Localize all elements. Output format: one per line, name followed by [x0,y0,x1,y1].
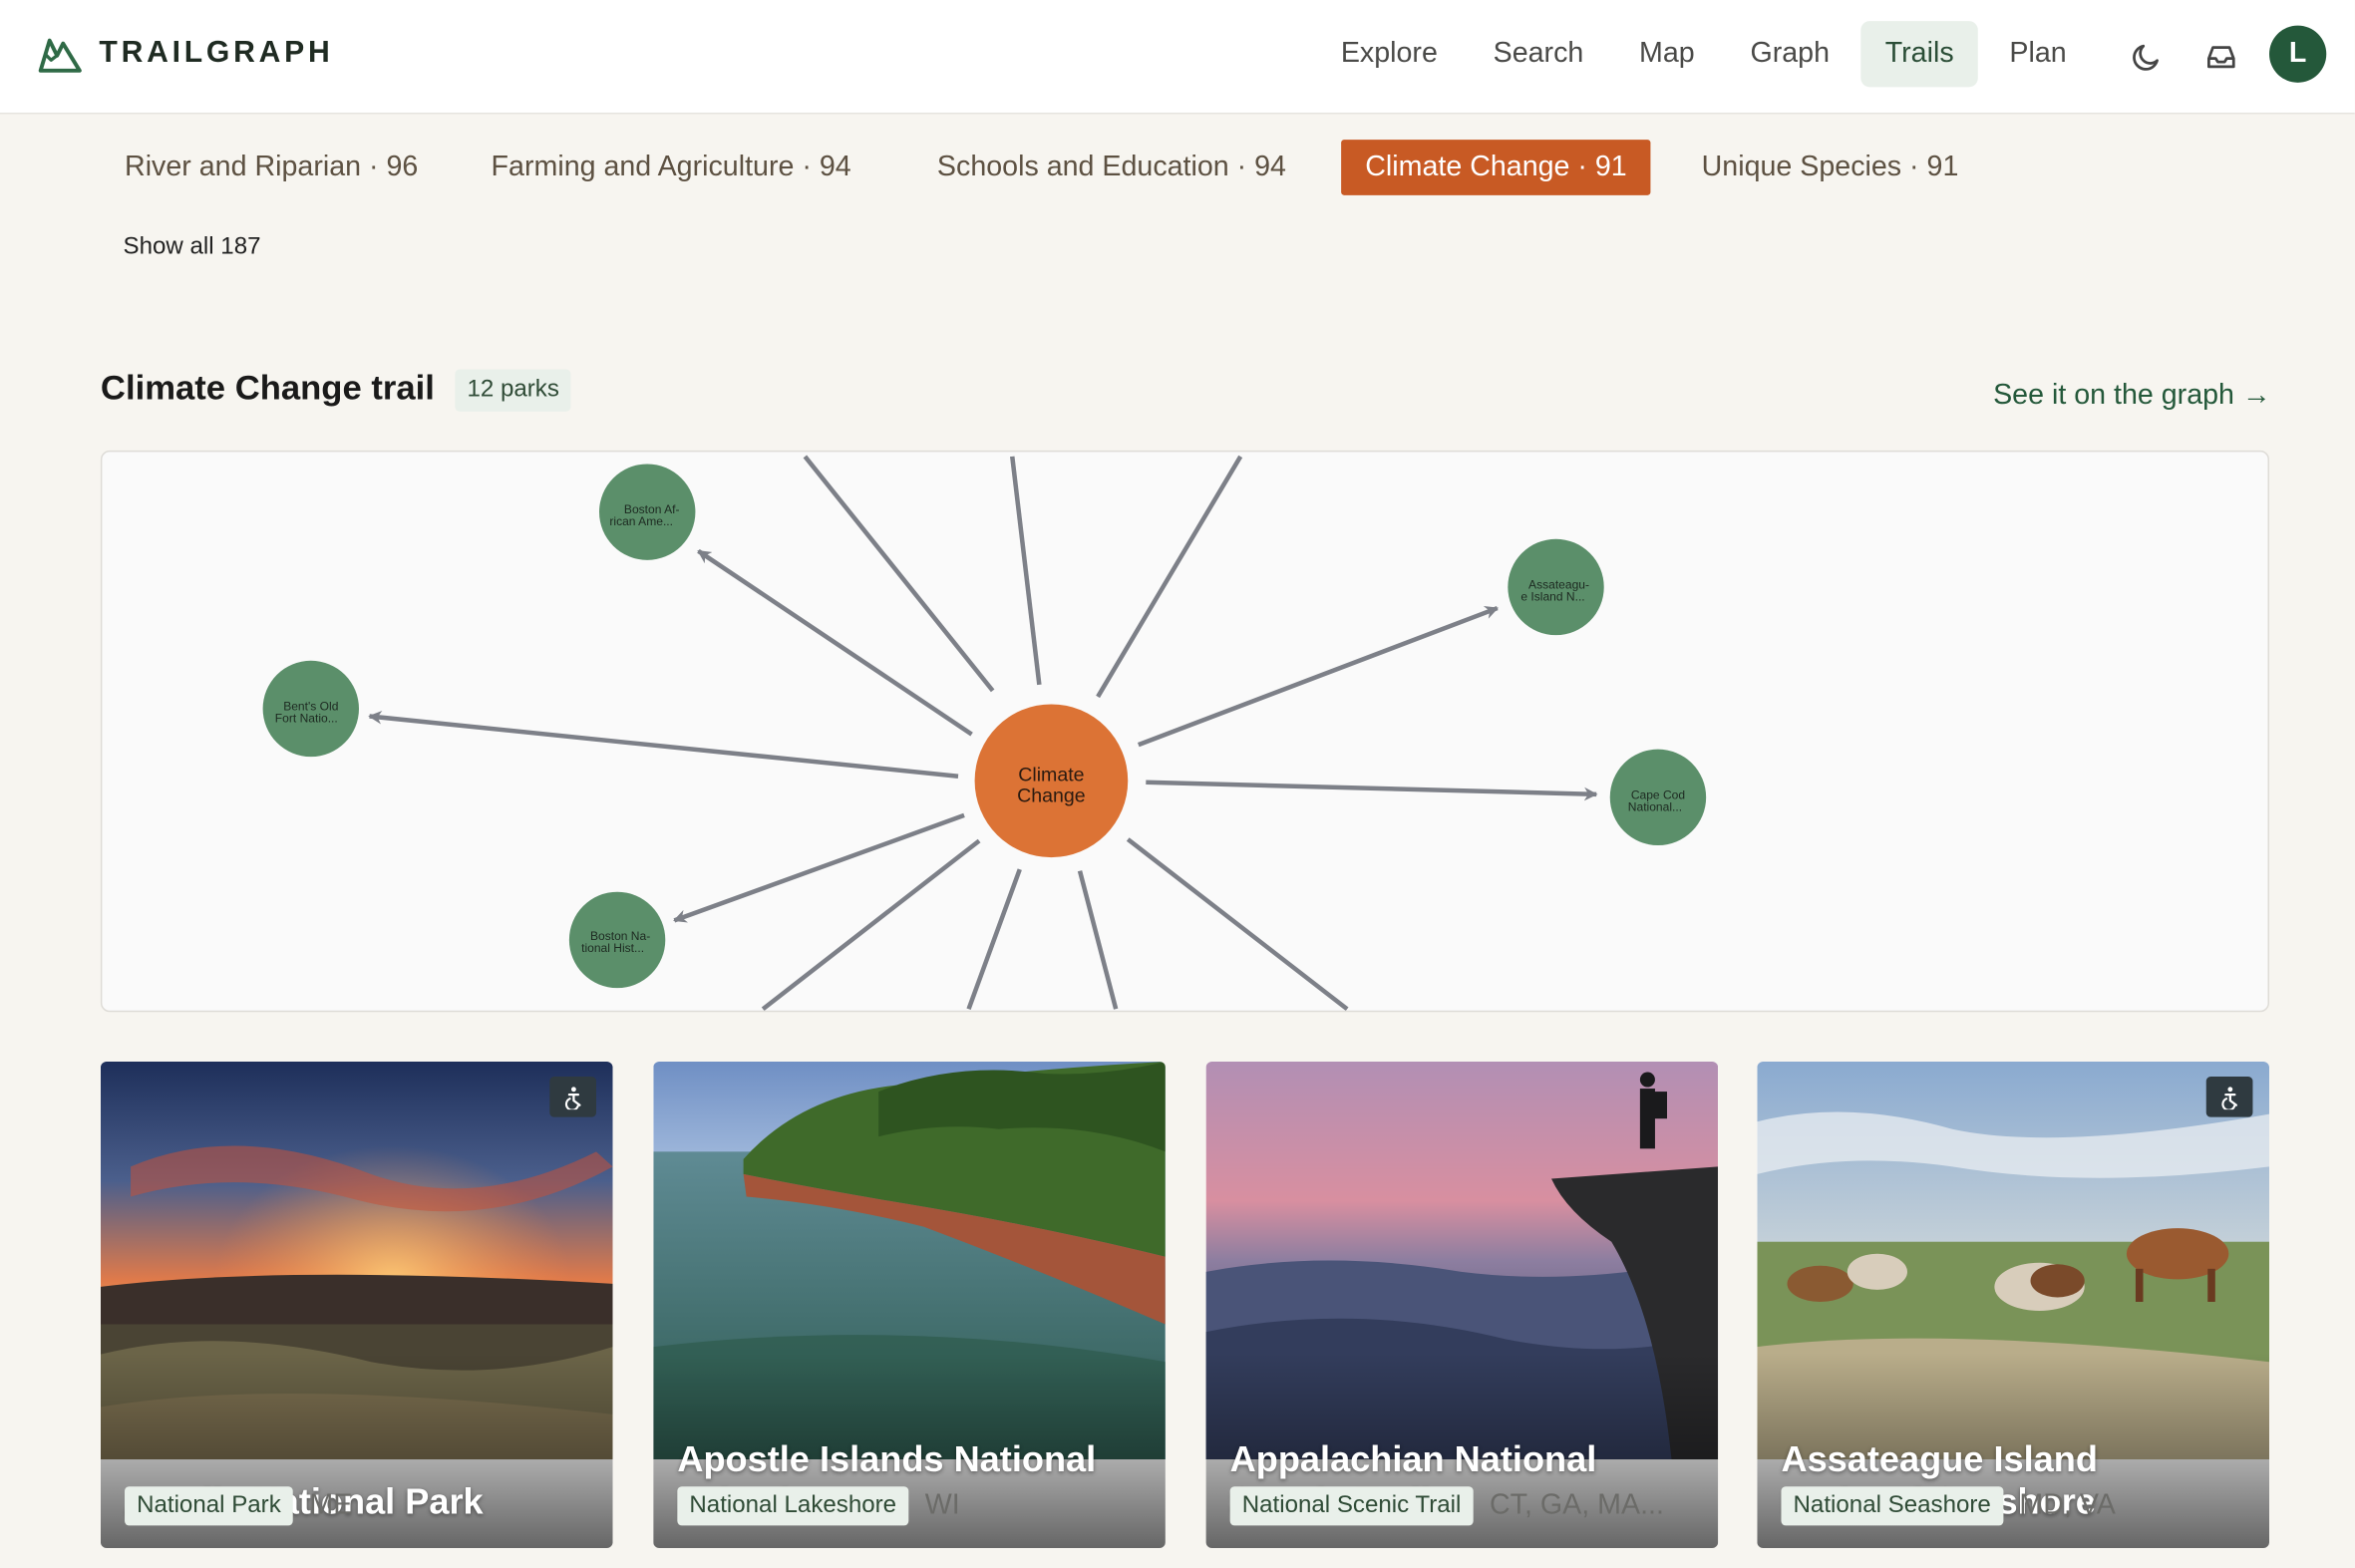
graph-edge [1126,837,1349,1011]
graph-edge [368,711,959,780]
graph-node-label: e Island N... [1520,590,1584,604]
nav-plan[interactable]: Plan [1985,21,2090,87]
theme-toggle-button[interactable] [2124,35,2169,80]
graph-node[interactable]: Boston Na- tional Hist... [568,891,666,989]
park-type-badge: National Seashore [1781,1486,2003,1526]
park-states: MD, VA [2019,1489,2116,1521]
graph-edge [673,812,965,923]
park-card-acadia[interactable]: Acadia National Park National Park ME [100,1061,613,1548]
graph-node[interactable]: Bent's Old Fort Natio... [262,660,360,758]
park-type-badge: National Scenic Trail [1229,1486,1474,1526]
park-card-appalachian[interactable]: Appalachian National Scenic Trail Nation… [1205,1061,1719,1548]
graph-node-label: rican Ame... [609,514,673,528]
topic-chip-species[interactable]: Unique Species · 91 [1678,140,1983,195]
inbox-icon [2207,46,2235,69]
brand-logo[interactable]: TRAILGRAPH [36,30,333,75]
park-type-badge: National Lakeshore [677,1486,909,1526]
app-header: TRAILGRAPH Explore Search Map Graph Trai… [0,0,2355,115]
brand-name: TRAILGRAPH [99,35,334,69]
graph-edge [966,868,1022,1011]
accessibility-icon [549,1077,597,1117]
graph-edge [1137,605,1500,748]
graph-edge [1096,455,1243,699]
trail-count-badge: 12 parks [455,369,571,412]
graph-edge [1010,456,1042,686]
user-avatar[interactable]: L [2269,25,2327,83]
moon-icon [2133,44,2159,71]
graph-node[interactable]: Boston Af- rican Ame... [599,464,696,560]
park-states: WI [924,1489,960,1521]
graph-node-label: tional Hist... [581,941,644,955]
main-nav: Explore Search Map Graph Trails Plan [1309,21,2091,88]
graph-edge [761,838,981,1011]
trail-title: Climate Change trail [100,368,435,408]
nav-explore[interactable]: Explore [1317,21,1462,87]
topic-chip-farming[interactable]: Farming and Agriculture · 94 [467,140,874,195]
see-on-graph-link[interactable]: See it on the graph → [1993,380,2270,413]
nav-graph[interactable]: Graph [1726,21,1853,87]
nav-map[interactable]: Map [1615,21,1719,87]
park-type-badge: National Park [125,1486,293,1526]
graph-center-label: Change [1017,784,1086,806]
graph-node[interactable]: Assateagu- e Island N... [1508,538,1604,636]
graph-edge [1077,870,1119,1010]
graph-edge [803,455,995,693]
topic-chip-river[interactable]: River and Riparian · 96 [101,140,442,195]
graph-center-label: Climate [1018,764,1084,785]
graph-edge [697,548,973,737]
nav-trails[interactable]: Trails [1860,21,1978,88]
graph-edge [1146,780,1598,801]
nav-search[interactable]: Search [1470,21,1608,87]
topic-chip-climate[interactable]: Climate Change · 91 [1341,140,1651,195]
park-card-assateague[interactable]: Assateague Island National Seashore Nati… [1757,1061,2270,1548]
graph-node-label: Fort Natio... [275,712,338,726]
park-card-apostle-islands[interactable]: Apostle Islands National Lakeshore Natio… [653,1061,1166,1548]
topic-chip-schools[interactable]: Schools and Education · 94 [913,140,1310,195]
mountain-icon [38,38,82,73]
graph-node-label: National... [1628,799,1682,813]
trail-graph[interactable]: Boston Af- rican Ame... Assateagu- e Isl… [100,450,2270,1013]
graph-node[interactable]: Cape Cod National... [1609,749,1707,846]
trail-graph-canvas: Boston Af- rican Ame... Assateagu- e Isl… [262,455,1707,1011]
park-states: ME [309,1489,353,1521]
show-all-topics-button[interactable]: Show all 187 [124,234,261,261]
park-states: CT, GA, MA... [1490,1489,1664,1521]
inbox-button[interactable] [2198,35,2243,80]
graph-center-node[interactable]: Climate Change [974,704,1129,858]
accessibility-icon [2205,1077,2253,1117]
